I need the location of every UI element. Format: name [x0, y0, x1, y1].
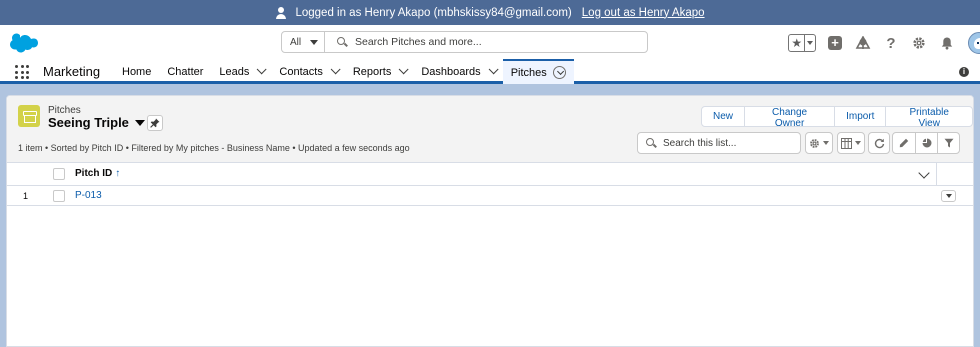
nav-item-label: Pitches: [510, 66, 547, 79]
chevron-down-icon[interactable]: [330, 64, 341, 75]
list-view-name: Seeing Triple: [48, 115, 129, 130]
caret-down-icon: [823, 141, 829, 145]
list-view-card: Pitches Seeing Triple 1 item • Sorted by…: [6, 95, 974, 347]
pin-icon[interactable]: [147, 115, 163, 131]
caret-down-icon: [855, 141, 861, 145]
nav-item-label: Dashboards: [421, 65, 481, 78]
nav-item-reports[interactable]: Reports: [345, 59, 414, 84]
caret-down-icon: [134, 119, 145, 126]
app-name: Marketing: [43, 64, 101, 79]
nav-items: Home Chatter Leads Contacts Reports Dash…: [114, 59, 574, 84]
nav-item-home[interactable]: Home: [114, 59, 159, 84]
logged-in-text: Logged in as Henry Akapo (mbhskissy84@gm…: [295, 6, 572, 19]
nav-item-dashboards[interactable]: Dashboards: [413, 59, 502, 84]
list-view-header: Pitches Seeing Triple 1 item • Sorted by…: [7, 96, 973, 163]
chevron-down-icon[interactable]: [488, 64, 499, 75]
row-checkbox[interactable]: [53, 190, 65, 202]
nav-item-label: Chatter: [167, 65, 204, 78]
list-view-controls-button[interactable]: [805, 132, 833, 154]
search-scope-dropdown[interactable]: All: [281, 31, 325, 53]
star-icon[interactable]: ★: [789, 35, 806, 51]
nav-item-label: Reports: [352, 65, 392, 78]
list-search-input[interactable]: [663, 137, 793, 149]
nav-item-pitches[interactable]: Pitches: [502, 59, 574, 84]
chevron-down-icon[interactable]: [399, 64, 409, 75]
plus-icon: +: [828, 36, 842, 50]
new-button[interactable]: New: [702, 107, 745, 126]
caret-down-icon: [310, 39, 319, 45]
row-action-menu[interactable]: [941, 190, 956, 202]
bell-icon[interactable]: [938, 34, 956, 52]
favorites-button[interactable]: ★: [788, 34, 816, 52]
row-number: 1: [23, 191, 29, 201]
nav-item-label: Leads: [219, 65, 250, 78]
gear-icon: [810, 138, 819, 148]
search-icon: [337, 37, 347, 47]
global-search-input[interactable]: [355, 36, 625, 48]
logout-link[interactable]: Log out as Henry Akapo: [582, 7, 705, 19]
refresh-button[interactable]: [868, 132, 890, 154]
chevron-down-icon[interactable]: [552, 66, 566, 79]
help-icon[interactable]: ?: [882, 34, 900, 52]
table-row: 1 P-013: [7, 186, 973, 206]
table-icon: [841, 137, 852, 149]
list-search[interactable]: [637, 132, 801, 154]
user-icon: [275, 6, 287, 19]
sort-ascending-icon: ↑: [115, 168, 121, 179]
pitch-id-link[interactable]: P-013: [75, 190, 102, 201]
nav-item-chatter[interactable]: Chatter: [159, 59, 211, 84]
trailhead-icon[interactable]: [854, 34, 872, 52]
nav-item-label: Home: [122, 65, 152, 78]
chevron-down-icon[interactable]: [918, 167, 930, 179]
nav-item-label: Contacts: [279, 65, 323, 78]
printable-view-button[interactable]: Printable View: [885, 107, 972, 129]
import-button[interactable]: Import: [834, 107, 886, 126]
nav-item-leads[interactable]: Leads: [211, 59, 271, 84]
app-nav-bar: Marketing Home Chatter Leads Contacts Re…: [0, 59, 980, 84]
column-header-label: Pitch ID: [75, 168, 113, 179]
filter-icon[interactable]: [937, 133, 959, 153]
table-header-row: Pitch ID ↑: [7, 163, 973, 205]
info-icon[interactable]: i: [959, 67, 969, 77]
list-view-picker[interactable]: Seeing Triple: [48, 115, 145, 130]
app-launcher-icon[interactable]: [15, 65, 29, 79]
change-owner-button[interactable]: Change Owner: [744, 107, 835, 129]
avatar[interactable]: [968, 32, 980, 54]
global-header: All ★ + ?: [0, 25, 980, 59]
edit-icon[interactable]: [893, 133, 915, 153]
global-actions-button[interactable]: +: [826, 34, 844, 52]
global-search[interactable]: [324, 31, 648, 53]
list-actions: New Change Owner Import Printable View: [701, 106, 973, 129]
gear-icon[interactable]: [910, 34, 928, 52]
select-all-checkbox[interactable]: [53, 168, 65, 180]
column-header-pitch-id[interactable]: Pitch ID ↑: [75, 168, 120, 179]
nav-item-contacts[interactable]: Contacts: [271, 59, 344, 84]
header-utility-icons: ★ + ?: [788, 32, 980, 54]
caret-down-icon: [945, 194, 952, 198]
salesforce-cloud-icon[interactable]: [8, 31, 38, 53]
favorites-dropdown-icon[interactable]: [805, 41, 815, 45]
chart-icon[interactable]: [915, 133, 937, 153]
list-view-meta: 1 item • Sorted by Pitch ID • Filtered b…: [18, 143, 410, 153]
display-as-button[interactable]: [837, 132, 865, 154]
list-tools-group: [892, 132, 960, 154]
search-icon: [646, 138, 656, 148]
search-scope-label: All: [290, 36, 302, 48]
pitch-object-icon: [18, 105, 40, 127]
chevron-down-icon[interactable]: [257, 64, 267, 75]
refresh-icon: [874, 138, 884, 148]
login-banner: Logged in as Henry Akapo (mbhskissy84@gm…: [0, 0, 980, 25]
